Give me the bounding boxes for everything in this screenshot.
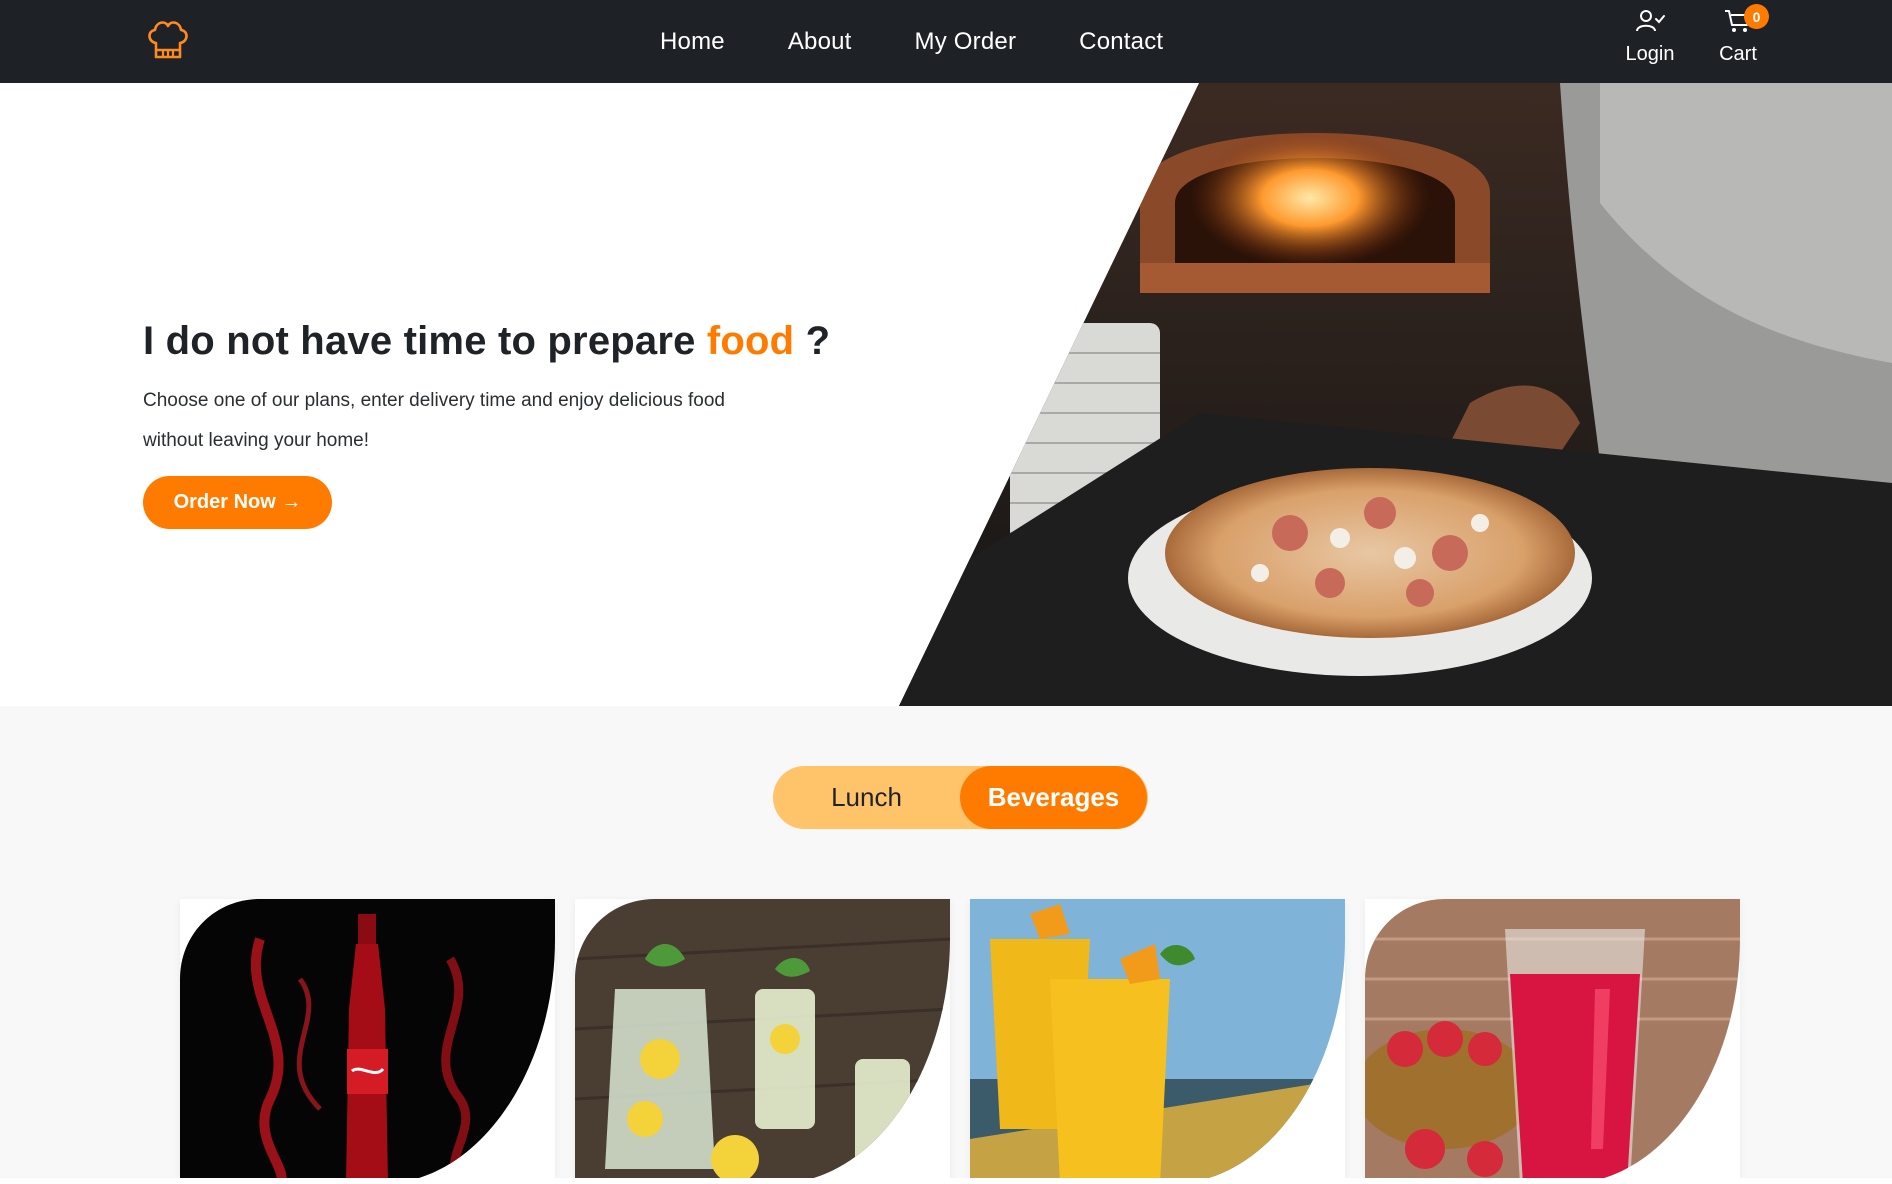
- menu-card[interactable]: [1365, 899, 1740, 1184]
- menu-card[interactable]: [575, 899, 950, 1184]
- nav-about-link[interactable]: About: [788, 28, 852, 56]
- cart-label: Cart: [1719, 43, 1757, 65]
- hero-title-suffix: ?: [794, 319, 831, 363]
- cola-bottle-image: [180, 899, 555, 1184]
- strawberry-juice-image: [1365, 899, 1740, 1184]
- category-toggle: Lunch Beverages: [773, 766, 1148, 829]
- page-bottom-strip: [0, 1178, 1892, 1184]
- nav-my-order-link[interactable]: My Order: [915, 28, 1017, 56]
- login-button[interactable]: Login: [1622, 8, 1678, 66]
- hero-title: I do not have time to prepare food ?: [143, 319, 830, 364]
- menu-section: Lunch Beverages: [0, 706, 1892, 1184]
- menu-card[interactable]: [180, 899, 555, 1184]
- user-check-icon: [1635, 8, 1665, 39]
- main-nav: Home About My Order Contact: [660, 0, 1163, 83]
- nav-contact-link[interactable]: Contact: [1079, 28, 1163, 56]
- order-now-button[interactable]: Order Now →: [143, 476, 332, 529]
- hero-section: I do not have time to prepare food ? Cho…: [0, 83, 1892, 706]
- hero-description: Choose one of our plans, enter delivery …: [143, 390, 725, 451]
- cart-button[interactable]: Cart 0: [1714, 4, 1769, 66]
- menu-card[interactable]: [970, 899, 1345, 1184]
- login-label: Login: [1625, 43, 1675, 65]
- chef-hat-icon[interactable]: [143, 15, 193, 65]
- lemonade-pitcher-image: [575, 899, 950, 1184]
- mango-juice-image: [970, 899, 1345, 1184]
- hero-title-prefix: I do not have time to prepare: [143, 319, 707, 363]
- tab-lunch[interactable]: Lunch: [773, 766, 960, 829]
- navbar: Home About My Order Contact Login Cart 0: [0, 0, 1892, 83]
- nav-home-link[interactable]: Home: [660, 28, 725, 56]
- tab-beverages[interactable]: Beverages: [960, 766, 1147, 829]
- hero-title-accent: food: [706, 319, 795, 363]
- cart-count-badge: 0: [1744, 4, 1769, 29]
